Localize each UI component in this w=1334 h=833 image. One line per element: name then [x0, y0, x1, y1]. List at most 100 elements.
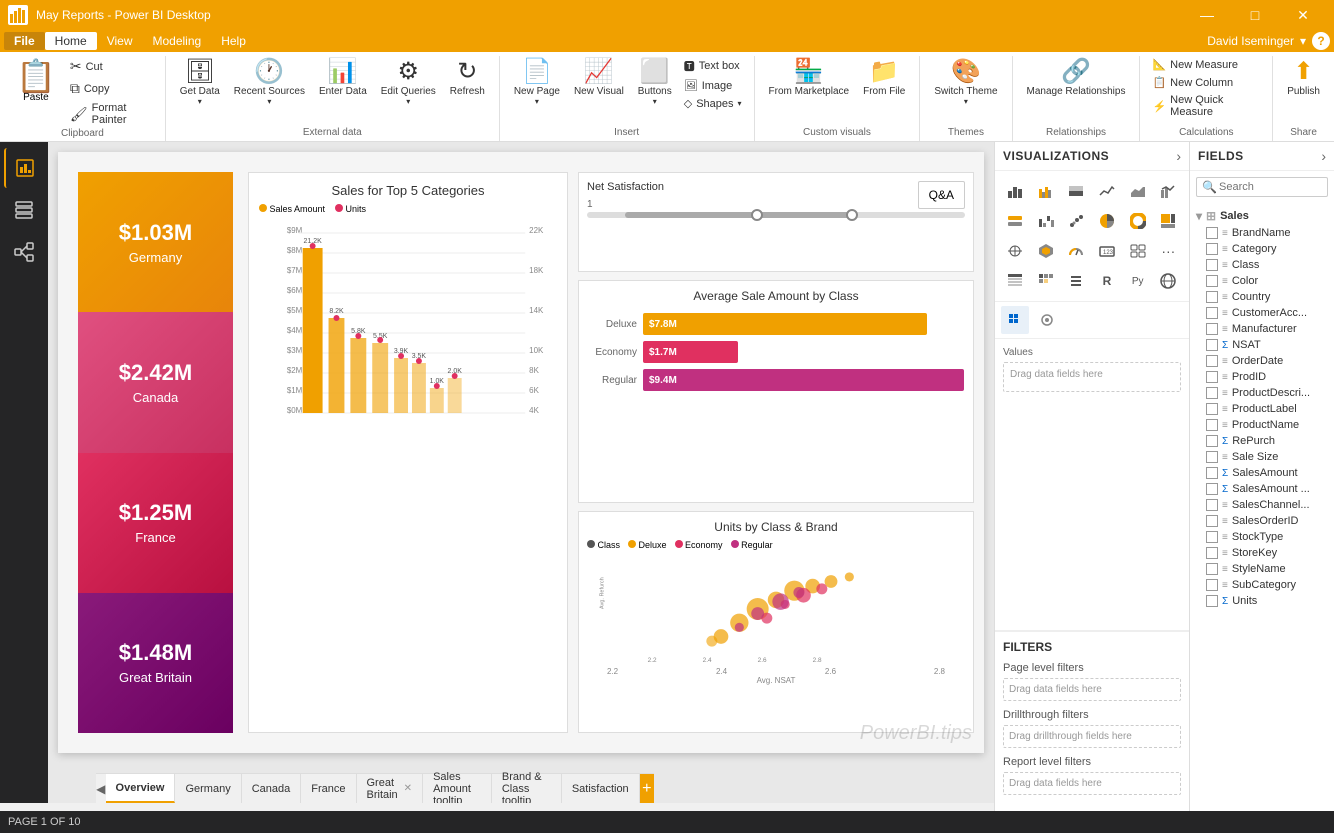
- field-checkbox[interactable]: [1206, 355, 1218, 367]
- fields-expand-button[interactable]: ›: [1321, 148, 1326, 164]
- refresh-button[interactable]: ↻ Refresh: [444, 56, 491, 101]
- sidebar-model-icon[interactable]: [4, 232, 44, 272]
- field-checkbox[interactable]: [1206, 515, 1218, 527]
- field-item-subcategory[interactable]: ≡SubCategory: [1190, 577, 1334, 593]
- close-button[interactable]: ✕: [1280, 0, 1326, 30]
- edit-queries-button[interactable]: ⚙ Edit Queries ▾: [375, 56, 442, 110]
- field-checkbox[interactable]: [1206, 499, 1218, 511]
- viz-card[interactable]: 123: [1093, 237, 1121, 265]
- tab-brand-class-tooltip[interactable]: Brand & Class tooltip: [492, 774, 562, 803]
- qa-button[interactable]: Q&A: [918, 181, 965, 209]
- viz-expand-button[interactable]: ›: [1176, 148, 1181, 164]
- field-checkbox[interactable]: [1206, 387, 1218, 399]
- france-card[interactable]: $1.25M France: [78, 453, 233, 593]
- viz-stacked-col[interactable]: [1062, 177, 1090, 205]
- copy-button[interactable]: ⧉ Copy: [66, 78, 157, 99]
- canada-card[interactable]: $2.42M Canada: [78, 312, 233, 452]
- viz-multi-card[interactable]: [1124, 237, 1152, 265]
- report-level-drop[interactable]: Drag data fields here: [1003, 772, 1181, 795]
- buttons-button[interactable]: ⬜ Buttons ▾: [632, 56, 678, 110]
- drillthrough-drop[interactable]: Drag drillthrough fields here: [1003, 725, 1181, 748]
- viz-python[interactable]: Py: [1124, 267, 1152, 295]
- viz-table[interactable]: [1001, 267, 1029, 295]
- field-checkbox[interactable]: [1206, 307, 1218, 319]
- viz-area[interactable]: [1124, 177, 1152, 205]
- tab-great-britain-close[interactable]: ✕: [404, 783, 412, 794]
- new-column-button[interactable]: 📋 New Column: [1148, 74, 1264, 91]
- viz-filled-map[interactable]: [1032, 237, 1060, 265]
- field-item-category[interactable]: ≡Category: [1190, 241, 1334, 257]
- sidebar-data-icon[interactable]: [4, 190, 44, 230]
- viz-line[interactable]: [1093, 177, 1121, 205]
- field-checkbox[interactable]: [1206, 275, 1218, 287]
- get-data-button[interactable]: 🗄 Get Data ▾: [174, 56, 226, 110]
- viz-treemap[interactable]: [1154, 207, 1182, 235]
- manage-relationships-button[interactable]: 🔗 Manage Relationships: [1021, 56, 1132, 101]
- switch-theme-button[interactable]: 🎨 Switch Theme ▾: [928, 56, 1003, 110]
- field-checkbox[interactable]: [1206, 547, 1218, 559]
- viz-scatter[interactable]: [1062, 207, 1090, 235]
- viz-slicer[interactable]: [1062, 267, 1090, 295]
- enter-data-button[interactable]: 📊 Enter Data: [313, 56, 373, 101]
- tab-france[interactable]: France: [301, 774, 356, 803]
- germany-card[interactable]: $1.03M Germany: [78, 172, 233, 312]
- deluxe-bar[interactable]: $7.8M: [643, 313, 927, 335]
- field-checkbox[interactable]: [1206, 291, 1218, 303]
- minimize-button[interactable]: —: [1184, 0, 1230, 30]
- field-checkbox[interactable]: [1206, 531, 1218, 543]
- tab-satisfaction[interactable]: Satisfaction: [562, 774, 640, 803]
- help-icon[interactable]: ?: [1312, 32, 1330, 50]
- cut-button[interactable]: ✂ Cut: [66, 56, 157, 77]
- add-tab-button[interactable]: +: [640, 774, 654, 803]
- field-item-prodid[interactable]: ≡ProdID: [1190, 369, 1334, 385]
- viz-format-tab[interactable]: [1033, 306, 1061, 334]
- field-item-brandname[interactable]: ≡BrandName: [1190, 225, 1334, 241]
- viz-clustered-bar[interactable]: [1032, 177, 1060, 205]
- tab-prev-button[interactable]: ◀: [96, 774, 106, 803]
- viz-matrix[interactable]: [1032, 267, 1060, 295]
- field-item-sale-size[interactable]: ≡Sale Size: [1190, 449, 1334, 465]
- tab-germany[interactable]: Germany: [175, 774, 241, 803]
- satisfaction-slider[interactable]: [587, 212, 965, 218]
- field-item-productlabel[interactable]: ≡ProductLabel: [1190, 401, 1334, 417]
- menu-file[interactable]: File: [4, 32, 45, 50]
- field-item-stylename[interactable]: ≡StyleName: [1190, 561, 1334, 577]
- tab-sales-amount-tooltip[interactable]: Sales Amount tooltip: [423, 774, 492, 803]
- field-item-productdescri---[interactable]: ≡ProductDescri...: [1190, 385, 1334, 401]
- new-quick-measure-button[interactable]: ⚡ New Quick Measure: [1148, 92, 1264, 120]
- field-checkbox[interactable]: [1206, 451, 1218, 463]
- field-checkbox[interactable]: [1206, 483, 1218, 495]
- field-checkbox[interactable]: [1206, 339, 1218, 351]
- field-item-nsat[interactable]: ΣNSAT: [1190, 337, 1334, 353]
- field-item-saleschannel---[interactable]: ≡SalesChannel...: [1190, 497, 1334, 513]
- viz-more[interactable]: ···: [1154, 237, 1182, 265]
- new-visual-button[interactable]: 📈 New Visual: [568, 56, 630, 101]
- field-checkbox[interactable]: [1206, 227, 1218, 239]
- field-checkbox[interactable]: [1206, 579, 1218, 591]
- field-checkbox[interactable]: [1206, 243, 1218, 255]
- maximize-button[interactable]: □: [1232, 0, 1278, 30]
- field-item-stocktype[interactable]: ≡StockType: [1190, 529, 1334, 545]
- field-checkbox[interactable]: [1206, 435, 1218, 447]
- field-checkbox[interactable]: [1206, 563, 1218, 575]
- field-item-salesorderid[interactable]: ≡SalesOrderID: [1190, 513, 1334, 529]
- field-checkbox[interactable]: [1206, 259, 1218, 271]
- tab-great-britain[interactable]: Great Britain ✕: [357, 774, 424, 803]
- viz-ribbon[interactable]: [1001, 207, 1029, 235]
- regular-bar[interactable]: $9.4M: [643, 369, 964, 391]
- field-item-repurch[interactable]: ΣRePurch: [1190, 433, 1334, 449]
- field-item-color[interactable]: ≡Color: [1190, 273, 1334, 289]
- sidebar-report-icon[interactable]: [4, 148, 44, 188]
- bar-chart-svg[interactable]: $9M $8M $7M $6M $5M $4M $3M $2M $1M $0M …: [259, 218, 557, 418]
- field-item-orderdate[interactable]: ≡OrderDate: [1190, 353, 1334, 369]
- viz-gauge[interactable]: [1062, 237, 1090, 265]
- text-box-button[interactable]: 🆃 Text box: [680, 56, 746, 76]
- field-item-customeracc---[interactable]: ≡CustomerAcc...: [1190, 305, 1334, 321]
- sales-group-header[interactable]: ▾ ⊞ Sales: [1190, 207, 1334, 225]
- viz-line-cluster[interactable]: [1154, 177, 1182, 205]
- menu-help[interactable]: Help: [211, 32, 256, 50]
- field-checkbox[interactable]: [1206, 595, 1218, 607]
- recent-sources-button[interactable]: 🕐 Recent Sources ▾: [228, 56, 311, 110]
- new-measure-button[interactable]: 📐 New Measure: [1148, 56, 1264, 73]
- viz-waterfall[interactable]: [1032, 207, 1060, 235]
